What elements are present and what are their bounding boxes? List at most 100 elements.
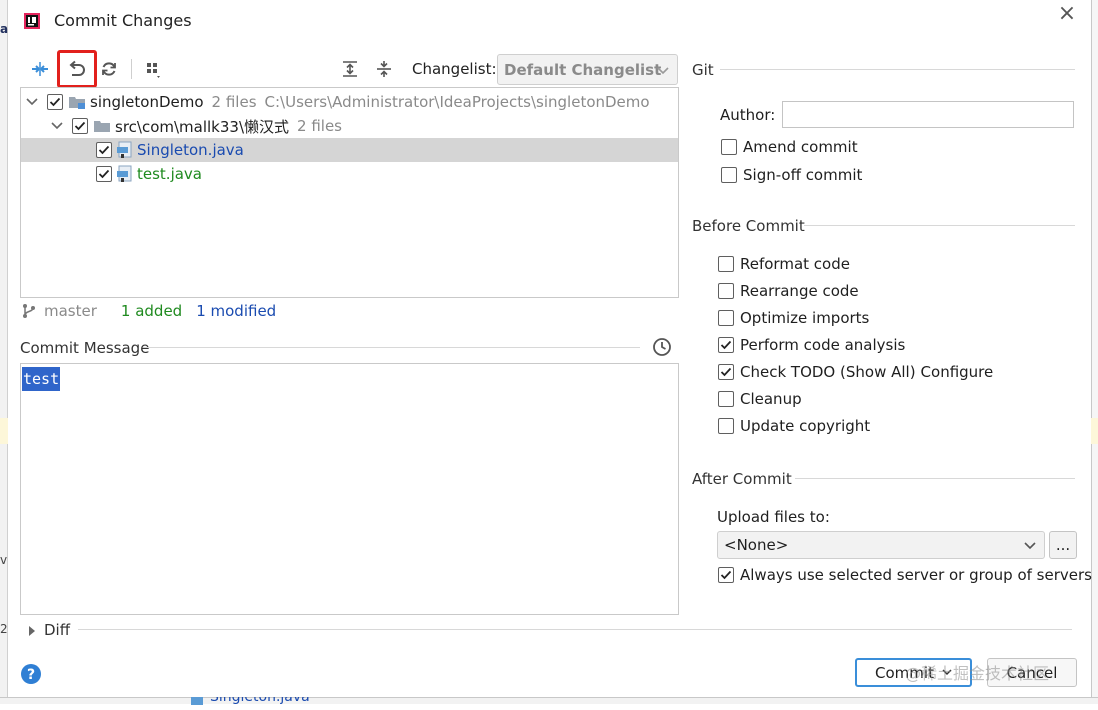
option-label: Sign-off commit [743,166,863,184]
branch-icon [22,303,36,319]
cleanup-checkbox[interactable]: Cleanup [718,388,802,410]
upload-files-label: Upload files to: [717,508,830,526]
reformat-code-checkbox[interactable]: Reformat code [718,253,850,275]
checkbox[interactable] [721,167,737,183]
checkbox[interactable] [718,337,734,353]
commit-message-label: Commit Message [20,339,150,357]
before-commit-section-label: Before Commit [692,217,805,235]
configure-link[interactable]: Configure [921,363,994,381]
checkbox[interactable] [718,391,734,407]
help-icon[interactable]: ? [20,663,42,685]
rearrange-code-checkbox[interactable]: Rearrange code [718,280,859,302]
toolbar-separator [131,59,132,79]
background-ide-bottom: Singleton.java [0,689,1098,705]
check-todo-checkbox[interactable]: Check TODO (Show All) Configure [718,361,993,383]
perform-code-analysis-checkbox[interactable]: Perform code analysis [718,334,905,356]
collapse-all-icon[interactable] [371,56,397,82]
optimize-imports-checkbox[interactable]: Optimize imports [718,307,869,329]
chevron-down-icon[interactable] [50,119,64,133]
changes-tree[interactable]: singletonDemo 2 files C:\Users\Administr… [20,87,679,298]
history-clock-icon[interactable] [651,336,673,358]
changelist-value: Default Changelist [504,60,662,79]
folder-name: src\com\mallk33\懒汉式 [115,117,290,136]
after-commit-section-label: After Commit [692,470,792,488]
option-label: Cleanup [740,390,802,408]
tree-row-file[interactable]: Singleton.java [21,138,678,162]
tree-checkbox[interactable] [96,142,112,158]
branch-name: master [44,302,97,320]
checkbox[interactable] [718,310,734,326]
background-snippet: v [0,553,8,567]
option-label: Always use selected server or group of s… [740,566,1092,584]
tree-row-root[interactable]: singletonDemo 2 files C:\Users\Administr… [21,90,678,114]
always-use-server-checkbox[interactable]: Always use selected server or group of s… [718,564,1092,586]
option-label: Update copyright [740,417,871,435]
background-ide-left [0,0,8,704]
file-name: Singleton.java [137,141,244,159]
changes-status: master 1 added 1 modified [22,300,276,322]
option-label: Reformat code [740,255,850,273]
root-path: C:\Users\Administrator\IdeaProjects\sing… [264,93,650,111]
checkbox[interactable] [718,283,734,299]
option-label: Check TODO (Show All) [740,363,916,381]
tree-row-file[interactable]: test.java [21,162,678,186]
checkbox[interactable] [721,139,737,155]
upload-server-value: <None> [724,536,789,554]
checkbox[interactable] [718,418,734,434]
author-label: Author: [720,106,776,124]
root-file-count: 2 files [211,93,257,111]
folder-file-count: 2 files [297,117,342,135]
folder-icon [93,118,111,134]
diff-label[interactable]: Diff [44,621,70,639]
group-by-icon[interactable] [140,56,166,82]
java-file-icon [116,141,134,159]
option-label: Perform code analysis [740,336,906,354]
background-highlight-bar [0,418,8,444]
checkbox[interactable] [718,567,734,583]
root-name: singletonDemo [90,93,204,111]
close-icon[interactable]: × [1057,3,1077,26]
changelist-select[interactable]: Default Changelist [497,54,678,85]
rollback-icon[interactable] [63,56,89,82]
background-snippet: 2 [0,622,8,636]
refresh-icon[interactable] [96,56,122,82]
chevron-right-icon[interactable] [27,623,37,636]
background-ide-right [1091,0,1098,704]
intellij-logo-icon [24,12,40,30]
tree-checkbox[interactable] [96,166,112,182]
checkbox[interactable] [718,364,734,380]
commit-message-editor[interactable]: test [20,363,679,615]
chevron-down-icon[interactable] [25,95,39,109]
tree-checkbox[interactable] [72,118,88,134]
changelist-label: Changelist: [412,60,497,78]
git-section-label: Git [692,61,714,79]
option-label: Optimize imports [740,309,870,327]
background-snippet: a [0,22,9,36]
tree-row-folder[interactable]: src\com\mallk33\懒汉式 2 files [21,114,678,138]
tree-checkbox[interactable] [47,94,63,110]
file-name: test.java [137,165,203,183]
modified-count[interactable]: 1 modified [196,302,276,320]
added-count: 1 added [120,302,183,320]
divider [78,629,1072,630]
option-label: Rearrange code [740,282,859,300]
amend-commit-checkbox[interactable]: Amend commit [721,136,858,158]
dialog-title: Commit Changes [54,11,192,30]
commit-message-text[interactable]: test [22,367,61,391]
author-input[interactable] [782,101,1074,128]
checkbox[interactable] [718,256,734,272]
module-folder-icon [68,94,86,110]
background-highlight-bar [1091,418,1098,444]
upload-server-select[interactable]: <None> [717,531,1045,559]
browse-servers-button[interactable]: ... [1049,531,1077,559]
expand-all-icon[interactable] [337,56,363,82]
show-diff-icon[interactable] [27,56,53,82]
signoff-commit-checkbox[interactable]: Sign-off commit [721,164,862,186]
chevron-down-icon [1024,536,1036,554]
watermark: @稀土掘金技术社区 [905,664,1050,683]
svg-text:?: ? [27,667,35,683]
divider [720,69,1075,70]
option-label: Amend commit [743,138,858,156]
update-copyright-checkbox[interactable]: Update copyright [718,415,870,437]
divider [143,347,640,348]
